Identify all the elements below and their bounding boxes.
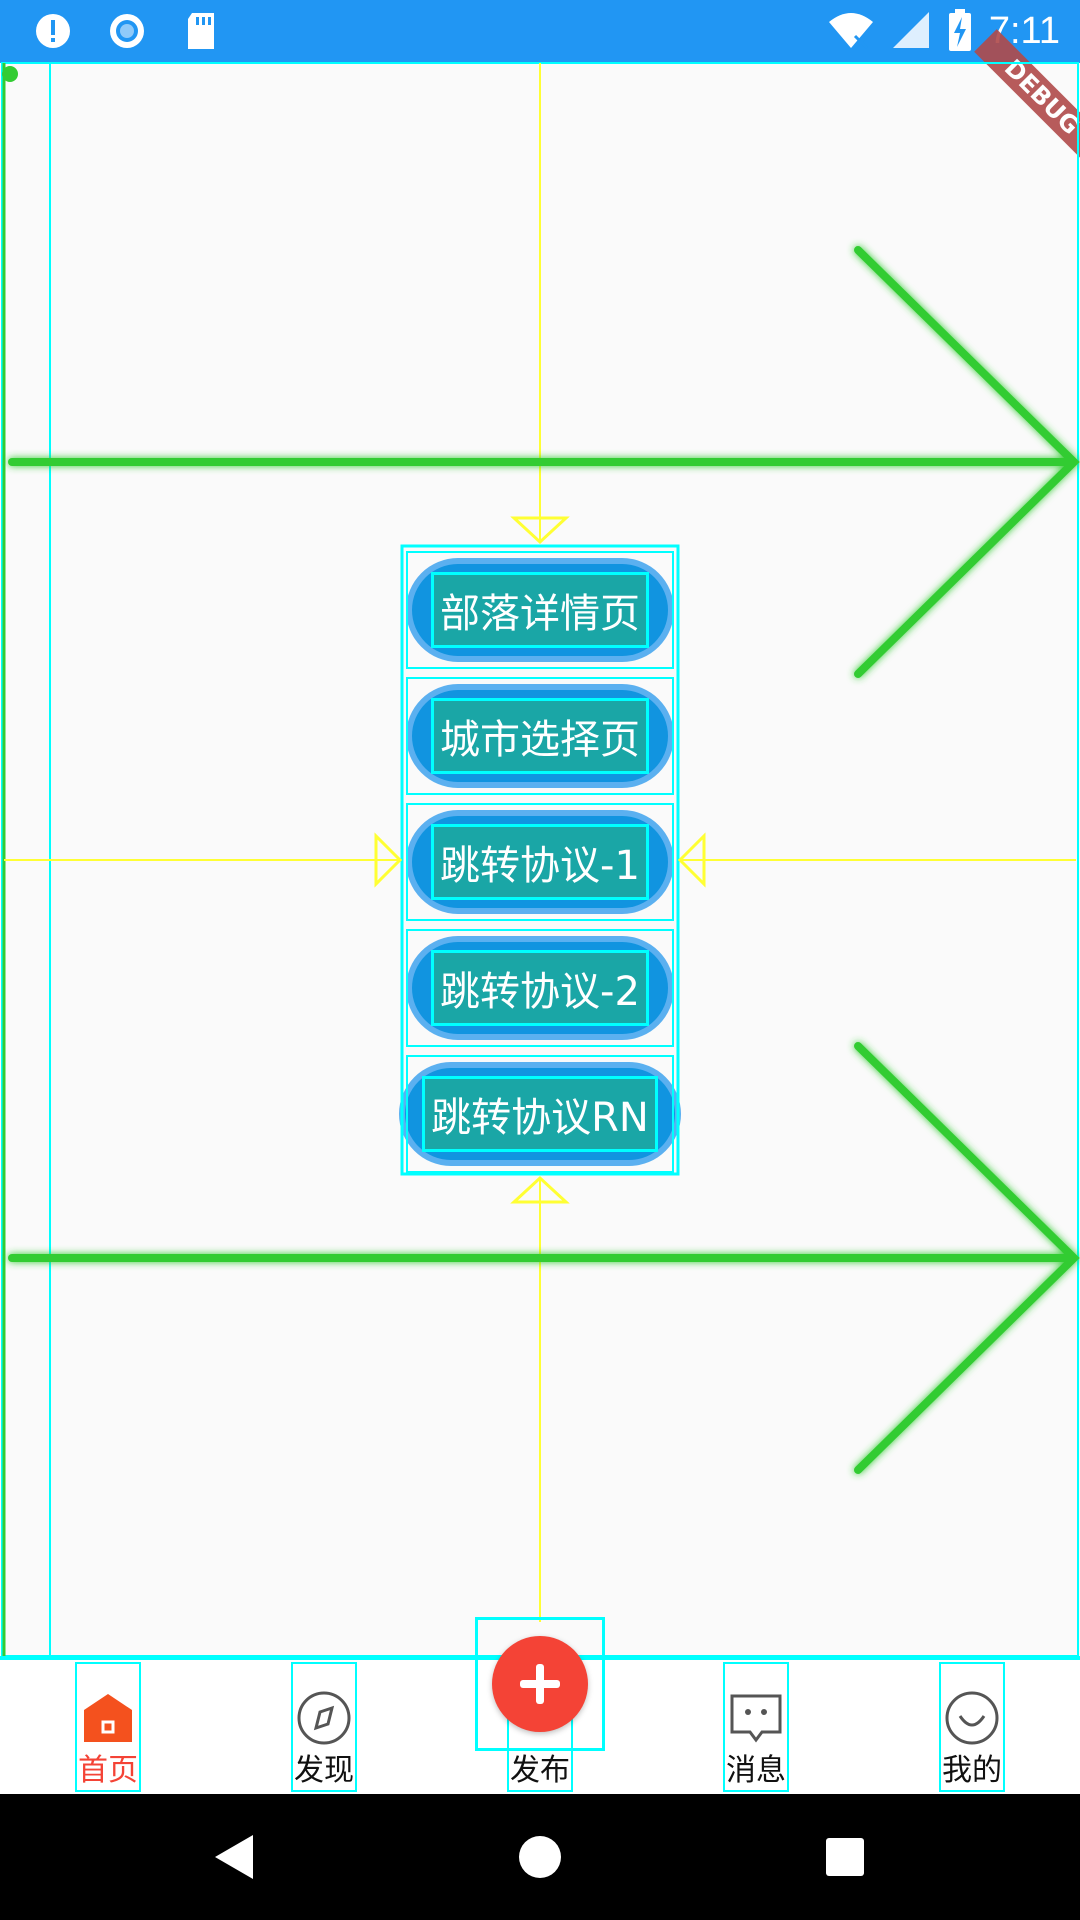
battery-charging-icon bbox=[947, 8, 973, 55]
back-icon[interactable] bbox=[204, 1826, 266, 1888]
nav-label-messages: 消息 bbox=[726, 1753, 786, 1788]
status-left-icons bbox=[30, 8, 224, 54]
button-label: 跳转协议RN bbox=[422, 1076, 658, 1152]
compass-icon bbox=[296, 1690, 352, 1746]
status-right-icons: 7:11 bbox=[827, 0, 1060, 63]
smile-icon bbox=[944, 1690, 1000, 1746]
button-label: 跳转协议-1 bbox=[431, 824, 649, 900]
button-label: 城市选择页 bbox=[431, 698, 649, 774]
plus-icon bbox=[520, 1664, 560, 1704]
protocol-rn-button[interactable]: 跳转协议RN bbox=[405, 1068, 675, 1160]
button-slot: 跳转协议-1 bbox=[402, 799, 678, 925]
protocol-1-button[interactable]: 跳转协议-1 bbox=[412, 816, 668, 908]
recents-icon[interactable] bbox=[814, 1826, 876, 1888]
sync-icon bbox=[104, 8, 150, 54]
button-column: 部落详情页 城市选择页 跳转协议-1 跳转协议-2 跳转协议RN bbox=[402, 547, 678, 1177]
button-label: 部落详情页 bbox=[431, 572, 649, 648]
publish-fab-button[interactable] bbox=[492, 1636, 588, 1732]
button-slot: 跳转协议-2 bbox=[402, 925, 678, 1051]
wifi-icon bbox=[827, 10, 875, 54]
home-circle-icon[interactable] bbox=[509, 1826, 571, 1888]
button-slot: 部落详情页 bbox=[402, 547, 678, 673]
status-bar: 7:11 bbox=[0, 0, 1080, 63]
protocol-2-button[interactable]: 跳转协议-2 bbox=[412, 942, 668, 1034]
city-select-button[interactable]: 城市选择页 bbox=[412, 690, 668, 782]
nav-label-me: 我的 bbox=[942, 1753, 1002, 1788]
nav-label-home: 首页 bbox=[78, 1753, 138, 1788]
tribe-detail-button[interactable]: 部落详情页 bbox=[412, 564, 668, 656]
nav-item-discover[interactable]: 发现 bbox=[291, 1662, 357, 1792]
alert-icon bbox=[30, 8, 76, 54]
sd-card-icon bbox=[178, 8, 224, 54]
message-icon bbox=[728, 1690, 784, 1746]
nav-item-home[interactable]: 首页 bbox=[75, 1662, 141, 1792]
nav-item-me[interactable]: 我的 bbox=[939, 1662, 1005, 1792]
button-slot: 城市选择页 bbox=[402, 673, 678, 799]
nav-item-messages[interactable]: 消息 bbox=[723, 1662, 789, 1792]
button-slot: 跳转协议RN bbox=[402, 1051, 678, 1177]
system-navigation-bar bbox=[0, 1794, 1080, 1920]
nav-label-discover: 发现 bbox=[294, 1753, 354, 1788]
home-icon bbox=[80, 1690, 136, 1746]
button-label: 跳转协议-2 bbox=[431, 950, 649, 1026]
signal-icon bbox=[891, 10, 931, 54]
nav-label-publish: 发布 bbox=[510, 1753, 570, 1788]
main-content: DEBUG 部落详情页 城市选择页 跳转协议-1 跳转协议-2 跳转协议RN bbox=[0, 29, 1080, 1656]
